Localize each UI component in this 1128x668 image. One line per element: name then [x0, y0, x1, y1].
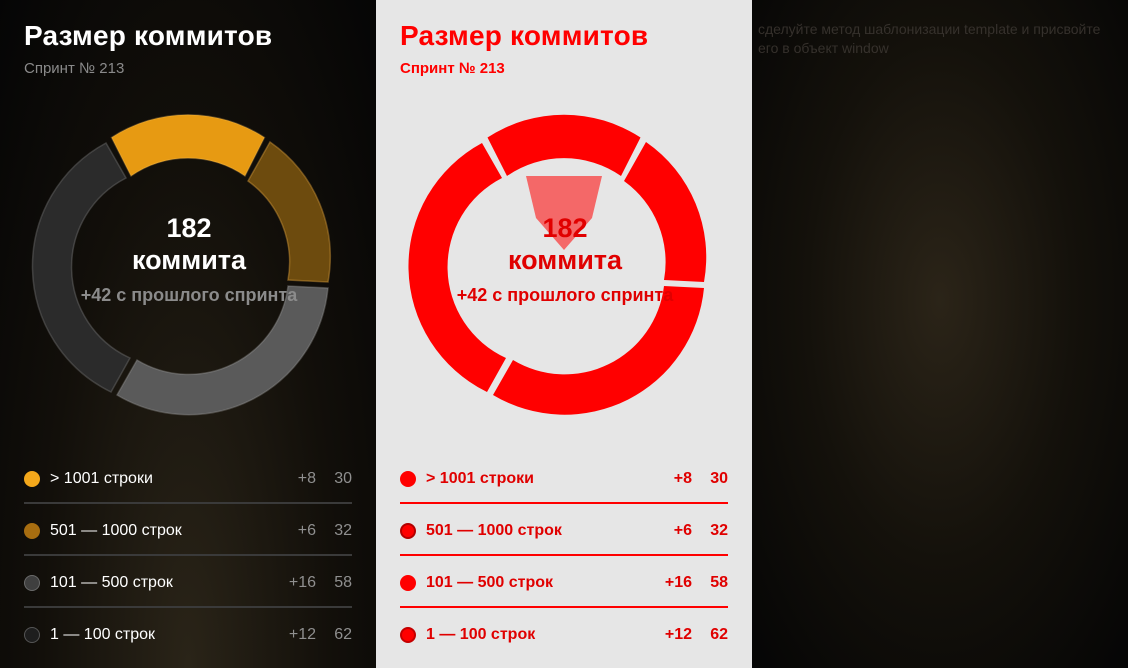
legend-dot-icon — [24, 471, 40, 487]
legend-value: 62 — [334, 626, 352, 643]
legend-diff: +12 — [664, 626, 692, 643]
donut-center: 182 коммита +42 с прошлого спринта — [400, 212, 730, 306]
legend-item[interactable]: > 1001 строки +8 30 — [24, 452, 352, 504]
legend-value: 32 — [710, 522, 728, 539]
commit-size-card-light: Размер коммитов Спринт № 213 182 коммита… — [376, 0, 752, 668]
commit-count: 182 — [542, 213, 588, 243]
legend-label: > 1001 строки — [50, 470, 153, 487]
legend-diff: +6 — [297, 522, 316, 539]
legend-value: 58 — [334, 574, 352, 591]
commit-delta: +42 с прошлого спринта — [456, 285, 674, 305]
legend-dot-icon — [400, 471, 416, 487]
card-subtitle: Спринт № 213 — [24, 60, 125, 77]
legend-dot-icon — [24, 523, 40, 539]
legend-diff: +6 — [673, 522, 692, 539]
legend-dot-icon — [24, 627, 40, 643]
commit-delta: +42 с прошлого спринта — [80, 285, 298, 305]
card-title: Размер коммитов — [400, 20, 649, 51]
faint-hint-text: сделуйте метод шаблонизации template и п… — [758, 21, 1101, 56]
legend-value: 32 — [334, 522, 352, 539]
legend-diff: +12 — [288, 626, 316, 643]
legend: > 1001 строки +8 30 501 — 1000 строк +6 … — [400, 452, 728, 660]
legend-dot-icon — [24, 575, 40, 591]
legend-dot-icon — [400, 575, 416, 591]
backdrop-panel: сделуйте метод шаблонизации template и п… — [752, 0, 1128, 668]
legend-diff: +16 — [664, 574, 692, 591]
legend-item[interactable]: > 1001 строки +8 30 — [400, 452, 728, 504]
legend-value: 30 — [710, 470, 728, 487]
legend-label: 501 — 1000 строк — [50, 522, 182, 539]
legend-item[interactable]: 101 — 500 строк +16 58 — [24, 556, 352, 608]
legend-item[interactable]: 1 — 100 строк +12 62 — [400, 608, 728, 660]
donut-segment-gt-1001[interactable] — [487, 114, 641, 176]
legend-label: 101 — 500 строк — [50, 574, 173, 591]
legend-item[interactable]: 1 — 100 строк +12 62 — [24, 608, 352, 660]
legend-diff: +8 — [297, 470, 316, 487]
legend-dot-icon — [400, 627, 416, 643]
legend-value: 62 — [710, 626, 728, 643]
commit-count: 182 — [166, 213, 212, 243]
legend-label: 501 — 1000 строк — [426, 522, 562, 539]
commit-unit: коммита — [131, 245, 247, 275]
commit-size-card-dark: Размер коммитов Спринт № 213 182 коммита… — [0, 0, 376, 668]
legend-label: 1 — 100 строк — [426, 626, 536, 643]
donut-center: 182 коммита +42 с прошлого спринта — [24, 212, 354, 306]
legend-diff: +8 — [673, 470, 692, 487]
legend-value: 30 — [334, 470, 352, 487]
legend-item[interactable]: 501 — 1000 строк +6 32 — [24, 504, 352, 556]
legend-item[interactable]: 501 — 1000 строк +6 32 — [400, 504, 728, 556]
card-title: Размер коммитов — [24, 20, 273, 51]
legend-dot-icon — [400, 523, 416, 539]
legend-label: > 1001 строки — [426, 470, 534, 487]
legend-label: 1 — 100 строк — [50, 626, 156, 643]
legend-value: 58 — [710, 574, 728, 591]
commit-unit: коммита — [507, 245, 623, 275]
legend-diff: +16 — [288, 574, 316, 591]
legend-item[interactable]: 101 — 500 строк +16 58 — [400, 556, 728, 608]
legend: > 1001 строки +8 30 501 — 1000 строк +6 … — [24, 452, 352, 660]
legend-label: 101 — 500 строк — [426, 574, 554, 591]
card-subtitle: Спринт № 213 — [400, 60, 505, 77]
donut-segment-gt-1001[interactable] — [110, 114, 266, 178]
